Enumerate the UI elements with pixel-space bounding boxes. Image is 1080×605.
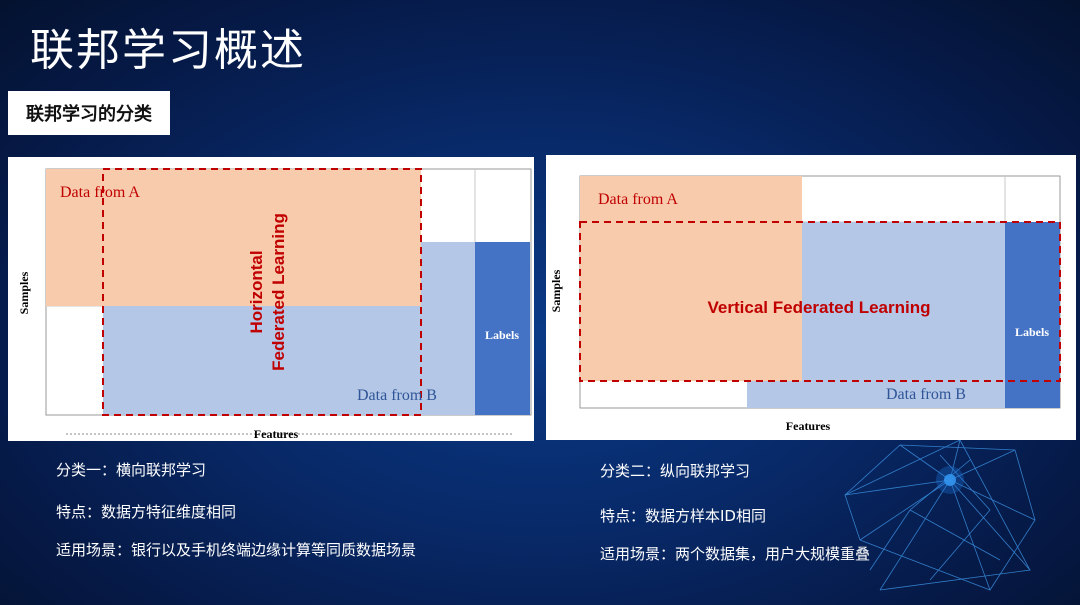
- vertical-fl-title: Vertical Federated Learning: [708, 298, 931, 317]
- data-b-label: Data from B: [357, 387, 437, 404]
- right-scenario-caption: 适用场景：两个数据集，用户大规模重叠: [600, 545, 871, 563]
- data-b-lower-block: [747, 381, 802, 408]
- left-category-caption: 分类一：横向联邦学习: [56, 461, 207, 479]
- samples-axis-label: Samples: [17, 271, 31, 314]
- features-axis-label: Features: [254, 427, 299, 441]
- vertical-fl-diagram: Data from A Data from B Labels Samples F…: [546, 155, 1076, 440]
- features-axis-label: Features: [786, 419, 831, 433]
- data-a-label: Data from A: [60, 184, 140, 201]
- right-category-caption: 分类二：纵向联邦学习: [600, 462, 751, 480]
- labels-label: Labels: [485, 328, 519, 342]
- decorative-starburst-graphic: [844, 440, 1036, 591]
- right-feature-caption: 特点：数据方样本ID相同: [600, 507, 766, 525]
- horizontal-fl-title-line2: Federated Learning: [269, 213, 288, 371]
- samples-axis-label: Samples: [549, 269, 563, 312]
- data-b-upper-block: [421, 242, 475, 306]
- data-b-label: Data from B: [886, 386, 966, 403]
- horizontal-fl-title-line1: Horizontal: [247, 250, 266, 333]
- labels-label: Labels: [1015, 325, 1049, 339]
- page-title: 联邦学习概述: [30, 25, 306, 76]
- data-a-label: Data from A: [598, 191, 678, 208]
- left-feature-caption: 特点：数据方特征维度相同: [56, 503, 237, 521]
- horizontal-fl-diagram: Data from A Data from B Labels Samples F…: [8, 157, 534, 441]
- section-subtitle: 联邦学习的分类: [8, 91, 170, 135]
- left-scenario-caption: 适用场景：银行以及手机终端边缘计算等同质数据场景: [56, 541, 417, 559]
